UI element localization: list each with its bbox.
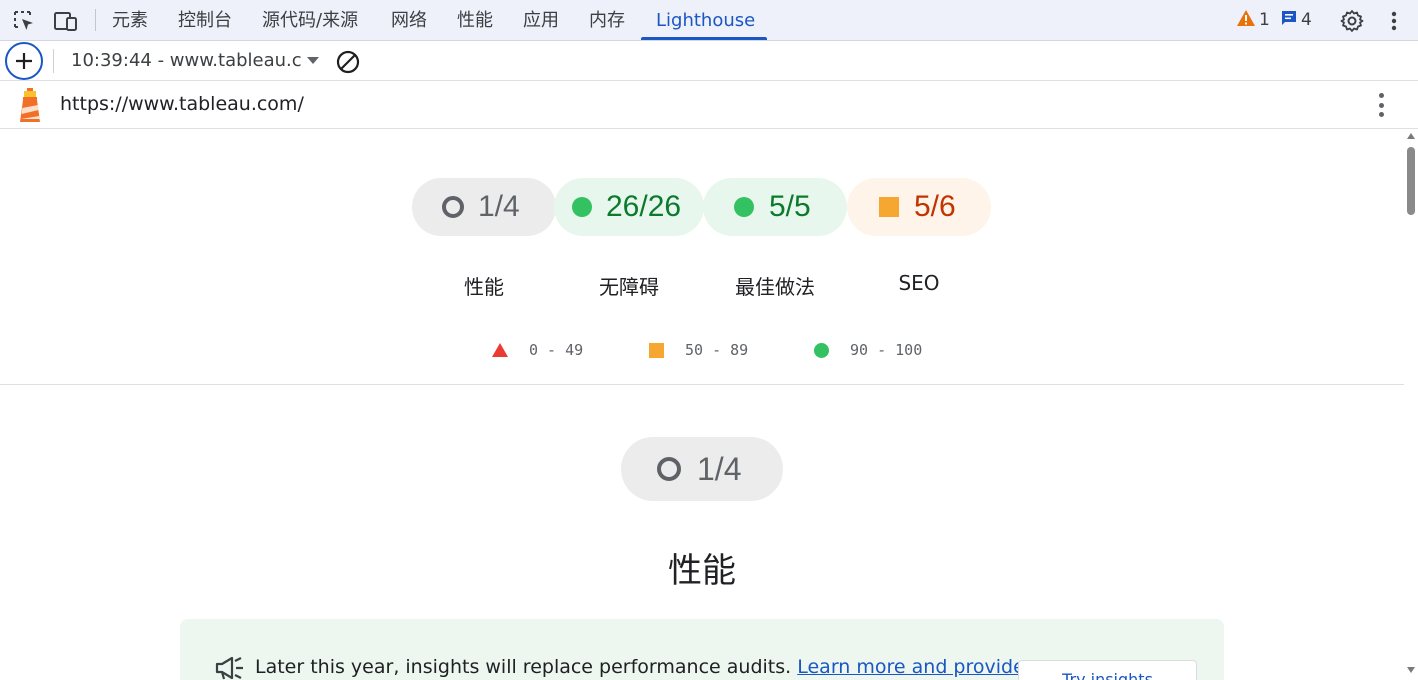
warning-icon [1236, 9, 1256, 32]
report-selector[interactable]: 10:39:44 - www.tableau.com/ [71, 41, 301, 81]
active-tab-indicator [641, 37, 767, 40]
legend-average: 50 - 89 [649, 341, 748, 359]
tab-sources[interactable]: 源代码/来源 [262, 0, 358, 41]
orange-square-icon [649, 342, 664, 358]
lighthouse-toolbar: 10:39:44 - www.tableau.com/ [0, 41, 1418, 81]
report-scrollbar[interactable] [1404, 129, 1418, 680]
score-value: 1/4 [697, 450, 742, 487]
tab-memory[interactable]: 内存 [589, 0, 625, 41]
performance-score-gauge: 1/4 [621, 437, 783, 501]
score-ring-icon [442, 196, 464, 218]
score-value: 5/5 [769, 190, 811, 223]
plus-icon [16, 53, 32, 69]
toolbar-divider [95, 9, 96, 31]
legend-fail: 0 - 49 [492, 341, 583, 359]
message-icon [1280, 9, 1298, 32]
chevron-down-icon[interactable] [307, 57, 319, 64]
warnings-count: 1 [1259, 10, 1270, 30]
red-triangle-icon [492, 343, 508, 357]
scroll-up-arrow-icon[interactable] [1407, 133, 1415, 139]
learn-more-link[interactable]: Learn more and provide [797, 656, 1025, 678]
insights-notice: Later this year, insights will replace p… [180, 619, 1224, 680]
score-pill-best-practices[interactable]: 5/5 [703, 178, 847, 236]
tab-elements[interactable]: 元素 [112, 0, 148, 41]
score-value: 1/4 [478, 190, 520, 223]
category-label-seo[interactable]: SEO [849, 271, 989, 295]
green-dot-icon [814, 342, 829, 358]
category-label-accessibility[interactable]: 无障碍 [559, 271, 699, 300]
scroll-down-arrow-icon[interactable] [1407, 667, 1415, 673]
block-icon [336, 50, 360, 74]
scroll-thumb[interactable] [1407, 147, 1415, 215]
inspect-element-icon[interactable] [11, 8, 37, 34]
try-insights-button[interactable]: Try insights [1018, 660, 1197, 680]
devtools-tab-bar: 元素 控制台 源代码/来源 网络 性能 应用 内存 Lighthouse 1 4 [0, 0, 1418, 41]
category-label-best-practices[interactable]: 最佳做法 [705, 271, 845, 300]
messages-count: 4 [1301, 10, 1312, 30]
pass-dot-icon [572, 197, 592, 217]
megaphone-icon [214, 655, 246, 680]
more-options-icon[interactable] [1381, 8, 1407, 34]
average-square-icon [879, 197, 899, 217]
score-pill-accessibility[interactable]: 26/26 [554, 178, 704, 236]
tab-console[interactable]: 控制台 [178, 0, 232, 41]
section-divider [0, 384, 1404, 385]
legend-range: 90 - 100 [850, 341, 923, 359]
performance-section-title: 性能 [668, 551, 736, 591]
report-url[interactable]: https://www.tableau.com/ [60, 81, 304, 127]
score-pill-performance[interactable]: 1/4 [412, 178, 556, 236]
legend-range: 0 - 49 [529, 341, 584, 359]
score-pill-seo[interactable]: 5/6 [847, 178, 991, 236]
score-ring-icon [657, 457, 681, 481]
report-menu-icon[interactable] [1372, 91, 1390, 119]
new-report-button[interactable] [5, 42, 43, 80]
legend-pass: 90 - 100 [814, 341, 922, 359]
tab-lighthouse[interactable]: Lighthouse [656, 0, 755, 41]
category-label-performance[interactable]: 性能 [414, 271, 554, 300]
warnings-counter[interactable]: 1 [1236, 8, 1270, 32]
tab-performance[interactable]: 性能 [457, 0, 493, 41]
tab-network[interactable]: 网络 [391, 0, 427, 41]
toolbar-divider [53, 49, 54, 73]
settings-gear-icon[interactable] [1339, 8, 1365, 34]
messages-counter[interactable]: 4 [1280, 8, 1312, 32]
score-value: 5/6 [914, 190, 956, 223]
tab-application[interactable]: 应用 [523, 0, 559, 41]
legend-range: 50 - 89 [685, 341, 749, 359]
notice-text: Later this year, insights will replace p… [255, 656, 792, 678]
pass-dot-icon [734, 197, 754, 217]
report-content: 1/4 26/26 5/5 5/6 性能 无障碍 最佳做法 SEO 0 - 49… [0, 129, 1404, 680]
report-url-bar: https://www.tableau.com/ [0, 81, 1418, 129]
clear-all-button[interactable] [335, 49, 361, 75]
notice-message: Later this year, insights will replace p… [255, 656, 1025, 678]
device-toolbar-icon[interactable] [53, 8, 79, 34]
score-value: 26/26 [606, 190, 682, 223]
lighthouse-logo-icon [16, 87, 44, 123]
